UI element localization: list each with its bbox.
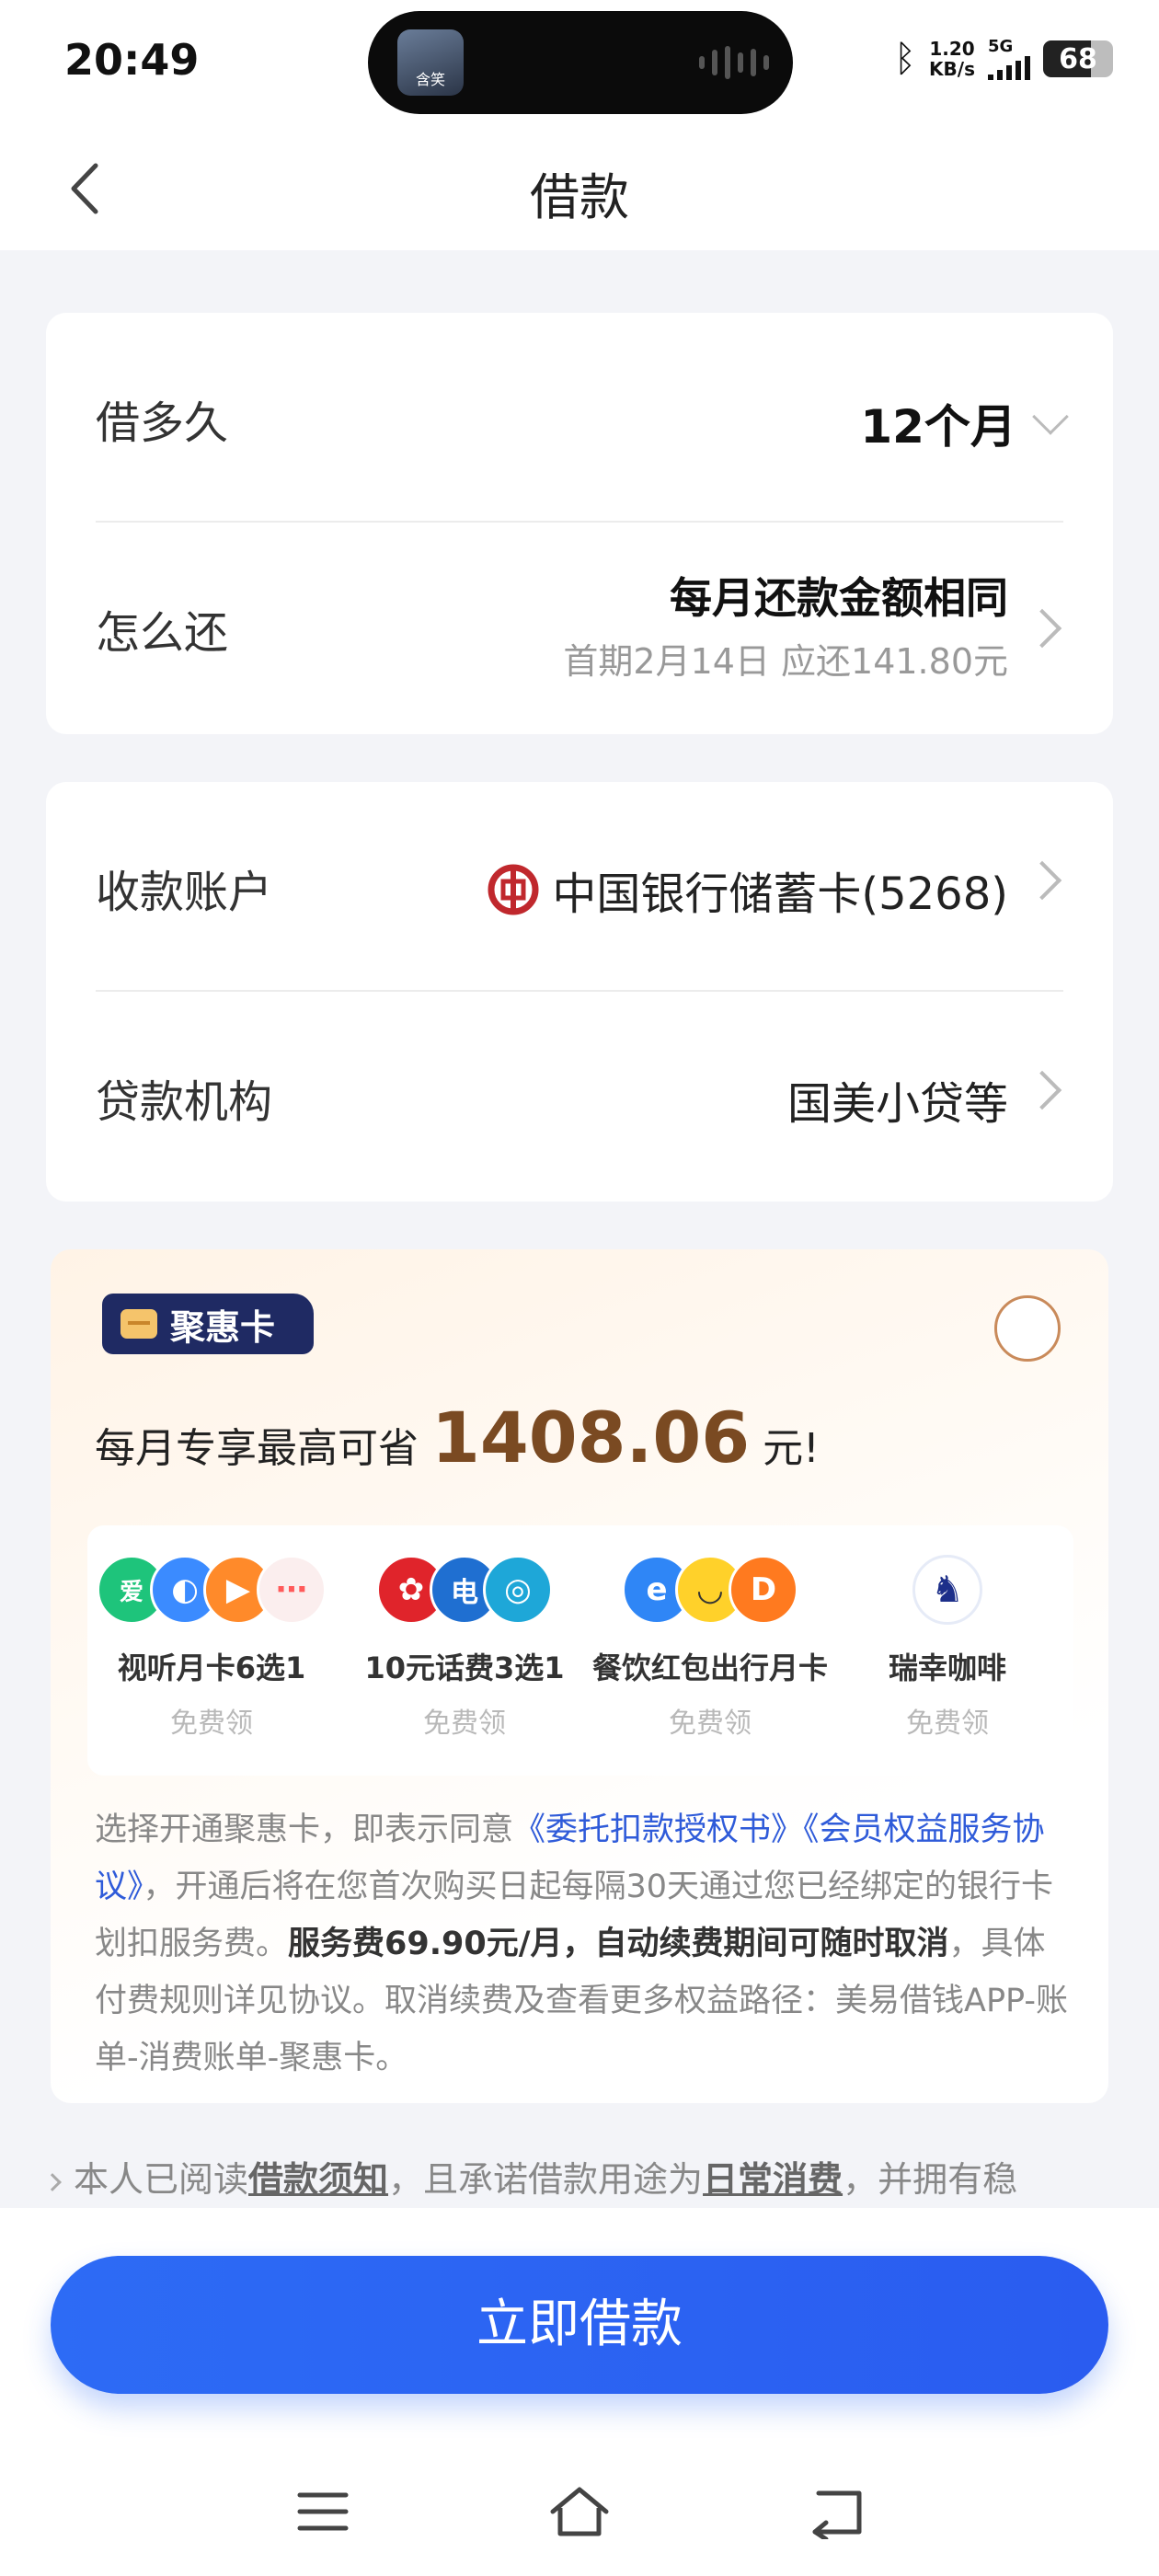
net-speed: 1.20 KB/s (929, 39, 975, 79)
status-icons: ᛒ 1.20 KB/s 5G 68 (894, 37, 1113, 80)
account-row[interactable]: 收款账户 中国银行储蓄卡(5268) (96, 782, 1063, 992)
perk-video[interactable]: 爱 ◐ ▶ ⋯ 视听月卡6选1 免费领 (87, 1547, 336, 1741)
promo-badge: 聚惠卡 (102, 1294, 314, 1354)
terms-fee-bold: 服务费69.90元/月，自动续费期间可随时取消 (288, 1926, 949, 1962)
repay-method: 每月还款金额相同 (670, 573, 1008, 623)
promo-amount: 1408.06 (431, 1397, 751, 1478)
back-icon[interactable] (806, 2484, 870, 2542)
perk-sub: 免费领 (669, 1708, 752, 1740)
signal-icon: 5G (988, 37, 1030, 80)
purpose-link[interactable]: 日常消费 (703, 2159, 843, 2200)
perk-sub: 免费领 (906, 1708, 989, 1740)
lender-value: 国美小贷等 (786, 1078, 1008, 1130)
chevron-right-icon (1022, 860, 1062, 901)
agreement-text: ，并拥有稳 (843, 2159, 1018, 2200)
dining-apps-icon: e ◡ D (586, 1547, 834, 1632)
promo-headline-prefix: 每月专享最高可省 (95, 1425, 419, 1472)
nav-header: 借款 (0, 129, 1159, 250)
agreement-text: 本人已阅读 (74, 2159, 249, 2200)
perk-phone-credit[interactable]: ✿ 电 ◎ 10元话费3选1 免费领 (340, 1547, 589, 1741)
term-label: 借多久 (96, 397, 229, 449)
lender-label: 贷款机构 (96, 1076, 273, 1128)
membership-promo-card: 聚惠卡 每月专享最高可省 1408.06 元! 爱 ◐ ▶ ⋯ 视听月卡6选1 … (51, 1249, 1108, 2103)
dynamic-island[interactable]: 含笑 (368, 11, 793, 114)
bank-of-china-icon (488, 864, 539, 915)
status-bar: 20:49 含笑 ᛒ 1.20 KB/s 5G 68 (0, 0, 1159, 129)
perk-coffee[interactable]: ♞ 瑞幸咖啡 免费领 (823, 1547, 1072, 1741)
repay-first-installment: 首期2月14日 应还141.80元 (563, 641, 1008, 682)
lender-row[interactable]: 贷款机构 国美小贷等 (96, 992, 1063, 1202)
loan-notice-link[interactable]: 借款须知 (248, 2159, 388, 2200)
terms-text: 选择开通聚惠卡，即表示同意 (95, 1811, 514, 1848)
bottom-bar: 立即借款 (0, 2208, 1159, 2576)
repay-label: 怎么还 (96, 607, 229, 659)
page-title: 借款 (530, 168, 629, 226)
chevron-right-icon (1022, 608, 1062, 649)
repay-row[interactable]: 怎么还 每月还款金额相同 首期2月14日 应还141.80元 (96, 523, 1063, 734)
status-time: 20:49 (64, 35, 200, 85)
perks-panel: 爱 ◐ ▶ ⋯ 视听月卡6选1 免费领 ✿ 电 ◎ 10元话费3选1 免费领 e… (87, 1525, 1073, 1776)
chevron-right-icon (1022, 1070, 1062, 1110)
battery-level: 68 (1059, 42, 1097, 75)
promo-badge-label: 聚惠卡 (170, 1306, 276, 1348)
system-nav-bar (0, 2484, 1159, 2542)
entrust-agreement-link[interactable]: 《委托扣款授权书》 (513, 1811, 803, 1848)
loan-agreement: 本人已阅读借款须知，且承诺借款用途为日常消费，并拥有稳 (46, 2151, 1131, 2214)
promo-headline: 每月专享最高可省 1408.06 元! (95, 1397, 820, 1478)
chevron-right-icon (46, 2172, 62, 2191)
promo-headline-suffix: 元! (763, 1425, 820, 1472)
term-row[interactable]: 借多久 12个月 (96, 313, 1069, 523)
media-thumbnail: 含笑 (397, 29, 464, 96)
agreement-text: ，且承诺借款用途为 (388, 2159, 704, 2200)
home-icon[interactable] (547, 2484, 612, 2539)
account-card: 收款账户 中国银行储蓄卡(5268) 贷款机构 国美小贷等 (46, 782, 1113, 1202)
account-value: 中国银行储蓄卡(5268) (552, 868, 1008, 920)
promo-terms: 选择开通聚惠卡，即表示同意《委托扣款授权书》《会员权益服务协议》，开通后将在您首… (95, 1801, 1072, 2087)
menu-icon[interactable] (291, 2484, 355, 2539)
media-thumbnail-text: 含笑 (415, 71, 445, 88)
borrow-now-button[interactable]: 立即借款 (51, 2256, 1108, 2394)
carrier-logos-icon: ✿ 电 ◎ (340, 1547, 589, 1632)
audio-wave-icon (699, 46, 769, 79)
loan-terms-card: 借多久 12个月 怎么还 每月还款金额相同 首期2月14日 应还141.80元 (46, 313, 1113, 734)
perk-title: 瑞幸咖啡 (888, 1650, 1006, 1685)
card-icon (120, 1309, 157, 1339)
net-speed-unit: KB/s (929, 57, 975, 80)
term-value: 12个月 (860, 400, 1016, 454)
perk-title: 10元话费3选1 (364, 1650, 565, 1685)
video-apps-icon: 爱 ◐ ▶ ⋯ (87, 1547, 336, 1632)
account-label: 收款账户 (96, 867, 273, 918)
battery-icon: 68 (1043, 40, 1113, 77)
net-speed-value: 1.20 (929, 37, 975, 60)
perk-sub: 免费领 (170, 1708, 253, 1740)
perk-title: 视听月卡6选1 (117, 1650, 306, 1685)
promo-select-radio[interactable] (994, 1295, 1061, 1362)
network-type: 5G (988, 37, 1014, 56)
perk-title: 餐饮红包出行月卡 (591, 1650, 828, 1685)
coffee-deer-icon: ♞ (823, 1547, 1072, 1632)
chevron-down-icon (1032, 398, 1069, 435)
bluetooth-icon: ᛒ (894, 37, 917, 80)
perk-dining-travel[interactable]: e ◡ D 餐饮红包出行月卡 免费领 (586, 1547, 834, 1741)
perk-sub: 免费领 (423, 1708, 506, 1740)
